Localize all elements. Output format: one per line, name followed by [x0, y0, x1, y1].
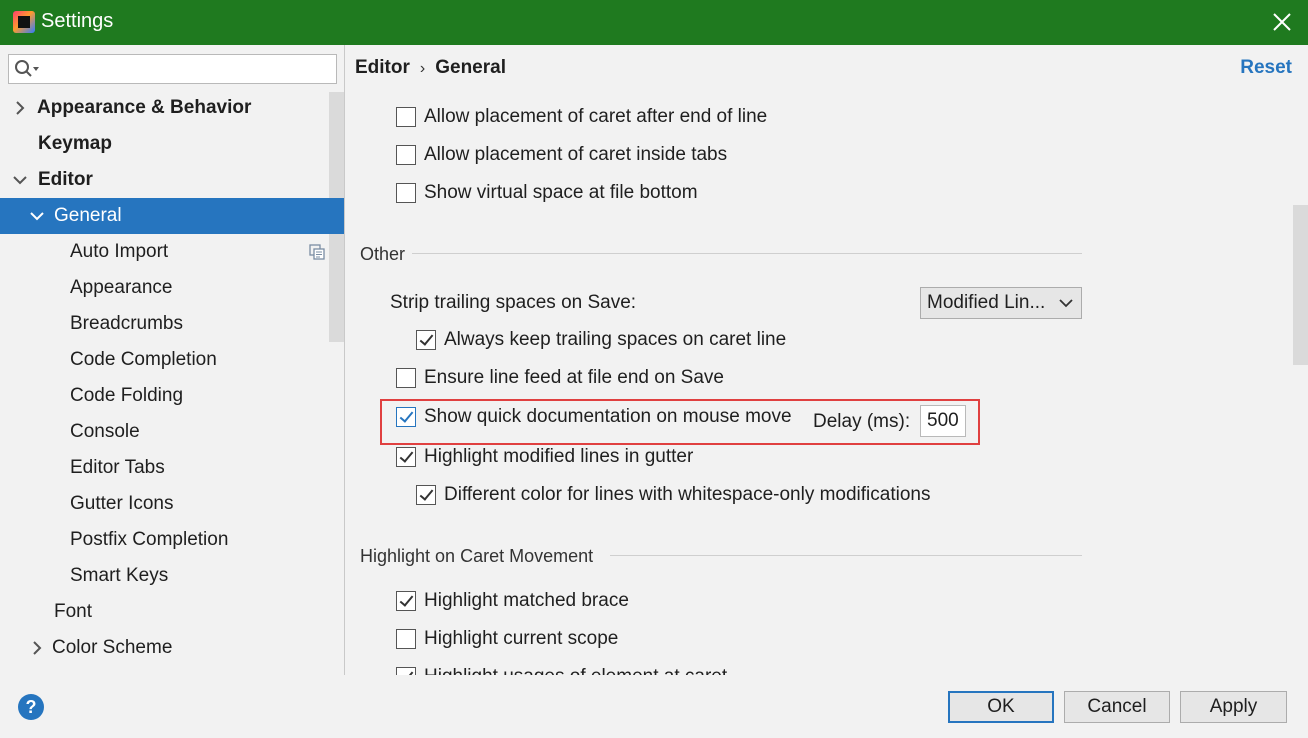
tree-item-appearance[interactable]: Appearance: [0, 270, 344, 306]
checkbox[interactable]: [396, 447, 416, 467]
checkbox-label: Ensure line feed at file end on Save: [424, 367, 724, 388]
tree-item-label: Smart Keys: [70, 565, 169, 586]
tree-item-label: Auto Import: [70, 241, 169, 262]
tree-item-editor-tabs[interactable]: Editor Tabs: [0, 450, 344, 486]
checkbox[interactable]: [396, 183, 416, 203]
section-title-other: Other: [360, 244, 406, 264]
checkbox[interactable]: [396, 107, 416, 127]
tree-item-font[interactable]: Font: [0, 594, 344, 630]
tree-item-label: Code Folding: [70, 385, 184, 406]
tree-item-label: Appearance & Behavior: [37, 97, 252, 118]
checkbox[interactable]: [396, 407, 416, 427]
checkbox-label: Show virtual space at file bottom: [424, 182, 698, 203]
section-divider: [610, 555, 1082, 556]
dialog-footer: ? OK Cancel Apply: [0, 675, 1308, 738]
settings-content: Editor › General Reset Allow placement of …: [346, 45, 1308, 675]
checkbox[interactable]: [396, 145, 416, 165]
tree-item-color-scheme[interactable]: Color Scheme: [0, 630, 344, 666]
tree-item-label: Postfix Completion: [70, 529, 229, 550]
search-input[interactable]: [8, 54, 337, 84]
checkbox-label: Allow placement of caret inside tabs: [424, 144, 728, 165]
breadcrumb: Editor › General: [355, 57, 506, 79]
section-divider: [412, 253, 1082, 254]
checkbox[interactable]: [396, 368, 416, 388]
checkbox[interactable]: [416, 330, 436, 350]
tree-item-label: Gutter Icons: [70, 493, 174, 514]
cancel-button[interactable]: Cancel: [1064, 691, 1170, 723]
tree-item-code-folding[interactable]: Code Folding: [0, 378, 344, 414]
strip-trailing-label: Strip trailing spaces on Save:: [390, 292, 637, 313]
tree-item-label: Editor Tabs: [70, 457, 165, 478]
tree-item-breadcrumbs[interactable]: Breadcrumbs: [0, 306, 344, 342]
select-value: Modified Lin...: [927, 292, 1046, 313]
tree-item-label: Console: [70, 421, 140, 442]
tree-item-label: Appearance: [70, 277, 173, 298]
chevron-right-icon[interactable]: [13, 101, 27, 115]
tree-item-label: Editor: [38, 169, 93, 190]
reset-link[interactable]: Reset: [1240, 57, 1292, 79]
copy-icon: [309, 244, 325, 260]
chevron-down-icon[interactable]: [13, 173, 27, 187]
ok-button[interactable]: OK: [948, 691, 1054, 723]
apply-button[interactable]: Apply: [1180, 691, 1287, 723]
chevron-down-icon[interactable]: [30, 209, 44, 223]
app-icon: [13, 11, 35, 33]
tree-item-console[interactable]: Console: [0, 414, 344, 450]
tree-item-general[interactable]: General: [0, 198, 344, 234]
tree-item-keymap[interactable]: Keymap: [0, 126, 344, 162]
tree-item-label: Keymap: [38, 133, 112, 154]
help-icon[interactable]: ?: [18, 694, 44, 720]
tree-item-label: Code Completion: [70, 349, 217, 370]
checkbox-label: Highlight usages of element at caret: [424, 663, 727, 675]
tree-item-auto-import[interactable]: Auto Import: [0, 234, 344, 270]
tree-item-smart-keys[interactable]: Smart Keys: [0, 558, 344, 594]
checkbox[interactable]: [416, 485, 436, 505]
title-bar: Settings: [0, 0, 1308, 45]
tree-item-gutter-icons[interactable]: Gutter Icons: [0, 486, 344, 522]
tree-item-label: Breadcrumbs: [70, 313, 183, 334]
breadcrumb-separator: ›: [419, 60, 426, 77]
content-scrollbar[interactable]: [1293, 205, 1308, 365]
chevron-down-icon: [1059, 299, 1073, 308]
search-icon[interactable]: [14, 59, 42, 79]
checkbox-label: Highlight matched brace: [424, 590, 629, 611]
checkbox-label: Always keep trailing spaces on caret lin…: [444, 329, 787, 350]
checkbox[interactable]: [396, 629, 416, 649]
checkbox-label: Different color for lines with whitespac…: [444, 484, 931, 505]
checkbox-label: Allow placement of caret after end of li…: [424, 106, 768, 127]
close-icon[interactable]: [1270, 10, 1294, 34]
checkbox[interactable]: [396, 667, 416, 675]
checkbox-label: Highlight modified lines in gutter: [424, 446, 694, 467]
tree-item-appearance-behavior[interactable]: Appearance & Behavior: [0, 90, 344, 126]
tree-item-label: Color Scheme: [52, 637, 173, 658]
checkbox[interactable]: [396, 591, 416, 611]
section-title-caret-movement: Highlight on Caret Movement: [360, 546, 594, 566]
breadcrumb-current: General: [435, 57, 506, 78]
tree-item-label: General: [54, 205, 122, 226]
strip-trailing-select[interactable]: Modified Lin...: [920, 287, 1082, 319]
window-title: Settings: [41, 10, 114, 32]
checkbox-label: Highlight current scope: [424, 628, 619, 649]
chevron-right-icon[interactable]: [30, 641, 44, 655]
delay-label: Delay (ms):: [813, 411, 911, 432]
checkbox-label: Show quick documentation on mouse move: [424, 406, 792, 427]
settings-sidebar: Appearance & Behavior Keymap Editor Gene…: [0, 45, 345, 675]
tree-item-editor[interactable]: Editor: [0, 162, 344, 198]
breadcrumb-parent[interactable]: Editor: [355, 57, 410, 79]
delay-input[interactable]: 500: [920, 405, 966, 437]
tree-item-postfix-completion[interactable]: Postfix Completion: [0, 522, 344, 558]
tree-item-code-completion[interactable]: Code Completion: [0, 342, 344, 378]
tree-item-label: Font: [54, 601, 93, 622]
